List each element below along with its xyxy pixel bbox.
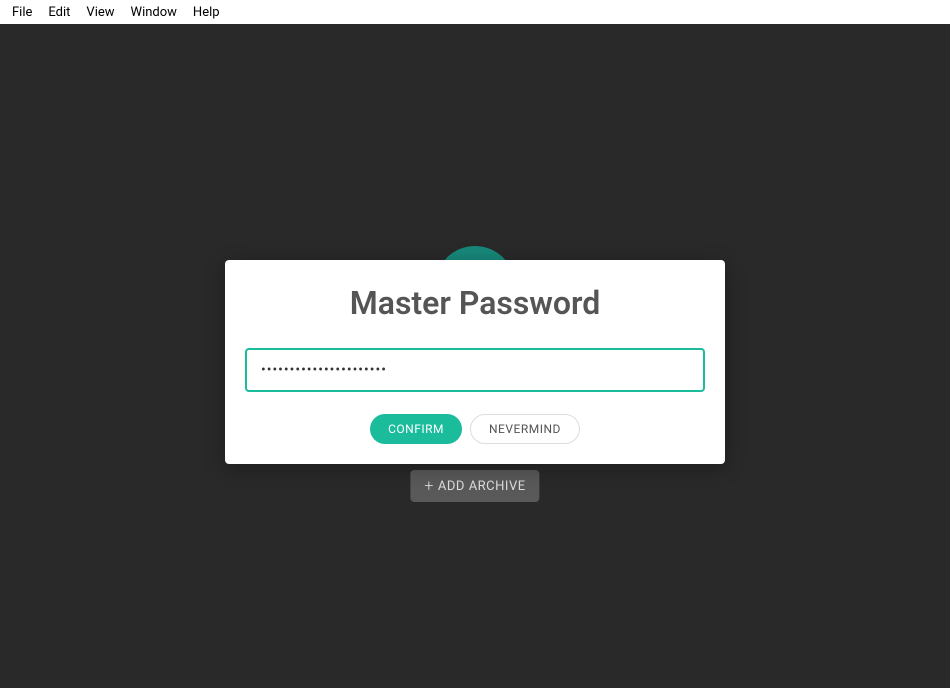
menu-view[interactable]: View: [78, 2, 122, 23]
plus-icon: +: [424, 478, 434, 494]
modal-title: Master Password: [245, 284, 705, 322]
menubar: File Edit View Window Help: [0, 0, 950, 24]
master-password-modal: Master Password CONFIRM NEVERMIND: [225, 260, 725, 464]
confirm-button[interactable]: CONFIRM: [370, 414, 462, 444]
menu-edit[interactable]: Edit: [40, 2, 78, 23]
modal-actions: CONFIRM NEVERMIND: [245, 414, 705, 444]
menu-window[interactable]: Window: [123, 2, 185, 23]
menu-help[interactable]: Help: [185, 2, 228, 23]
master-password-input[interactable]: [245, 348, 705, 392]
add-archive-button[interactable]: + ADD ARCHIVE: [410, 470, 539, 502]
app-body: + ADD ARCHIVE Master Password CONFIRM NE…: [0, 24, 950, 688]
add-archive-label: ADD ARCHIVE: [438, 479, 526, 494]
menu-file[interactable]: File: [4, 2, 40, 23]
nevermind-button[interactable]: NEVERMIND: [470, 414, 580, 444]
